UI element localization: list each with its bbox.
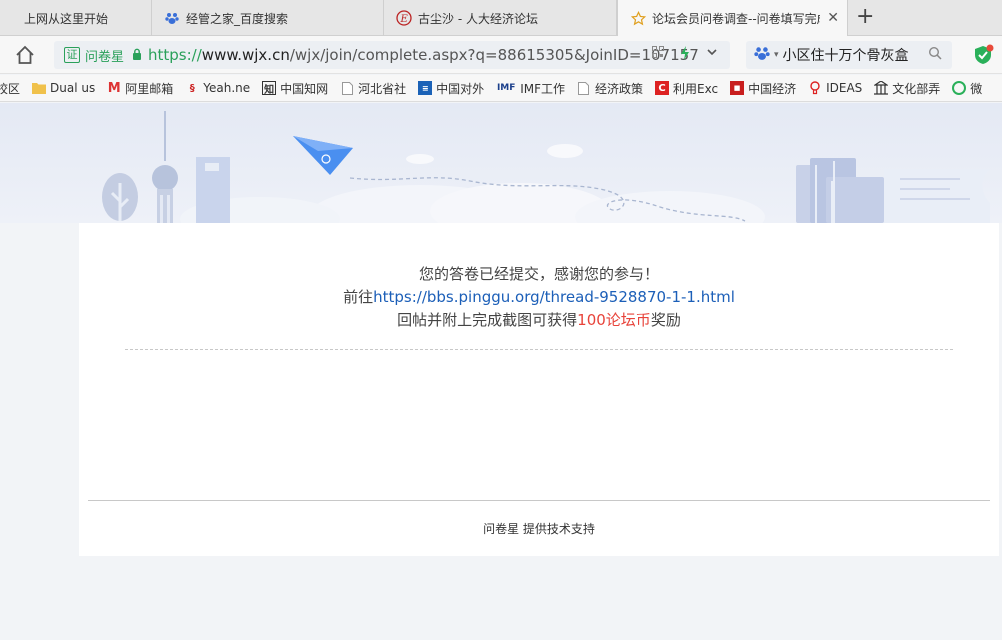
bookmark-item[interactable]: M 阿里邮箱 [107,80,173,97]
banner-illustration [102,111,990,223]
bookmark-label: 经济政策 [594,81,643,96]
address-tools [652,46,718,64]
bookmark-label: 河北省社 [358,81,407,96]
bookmark-label: IDEAS [826,81,863,95]
building-icon [874,81,889,95]
cnki-icon: 知 [262,81,277,96]
bookmark-item[interactable]: 文化部弄 [874,80,940,97]
bookmark-label: 中国对外 [436,81,485,96]
bookmark-item[interactable]: § Yeah.ne [185,81,250,95]
bookmark-item[interactable]: 知中国知网 [262,80,328,97]
site-icon: ≡ [418,81,433,95]
search-query: 小区住十万个骨灰盒 [782,48,909,64]
aliyun-mail-icon: M [107,80,121,96]
bulb-icon [808,81,822,95]
bookmark-item[interactable]: IMF IMF工作 [496,80,565,97]
security-shield-icon[interactable] [972,44,994,66]
new-tab-button[interactable]: + [856,6,874,28]
page-content: 您的答卷已经提交，感谢您的参与！ 前往https://bbs.pinggu.or… [0,103,1002,640]
url-path: /wjx/join/complete.aspx?q=88615305&JoinI… [289,46,699,64]
bookmark-item[interactable]: 河北省社 [340,80,406,97]
bookmark-item[interactable]: IDEAS [808,81,862,95]
bookmark-label: 阿里邮箱 [125,81,174,96]
certificate-name: 问卷星 [85,49,125,65]
reward-prefix: 回帖并附上完成截图可获得 [397,311,578,329]
red-site-icon: ■ [730,81,745,95]
header-banner [0,103,1002,223]
bookmark-label: IMF工作 [520,81,565,96]
bookmark-item[interactable]: C 利用Exc [655,80,718,97]
bookmarks-bar: 校区 Dual us M阿里邮箱 §Yeah.ne 知中国知网 河北省社 ≡中国… [0,75,1002,102]
footer-divider [88,500,990,501]
certificate-icon[interactable]: 证 [64,47,80,63]
address-bar[interactable]: 证 问卷星 https:// www.wjx.cn /wjx/join/comp… [54,41,730,69]
page-icon [2,10,18,26]
bookmark-label: 文化部弄 [892,81,941,96]
lock-icon [132,48,142,63]
folder-icon [32,81,47,95]
reward-amount: 100论坛币 [577,311,651,329]
bookmark-item[interactable]: ≡ 中国对外 [418,80,484,97]
imf-icon: IMF [496,83,516,93]
reward-line: 回帖并附上完成截图可获得100论坛币奖励 [79,309,999,332]
bookmark-label: 中国经济 [748,81,797,96]
navigation-bar: 证 问卷星 https:// www.wjx.cn /wjx/join/comp… [0,36,1002,74]
tab-title: 上网从这里开始 [24,11,109,26]
bookmark-item[interactable]: 经济政策 [577,80,643,97]
tab-baidu-search[interactable]: 经管之家_百度搜索 [152,0,384,36]
home-icon[interactable] [14,44,36,66]
tab-title: 古尘沙 - 人大经济论坛 [418,11,538,26]
dashed-divider [125,349,953,350]
search-box[interactable]: ▾ 小区住十万个骨灰盒 [746,41,952,69]
thanks-text: 您的答卷已经提交，感谢您的参与！ [418,265,659,283]
tab-pinggu-forum[interactable]: E 古尘沙 - 人大经济论坛 [384,0,617,36]
qr-code-icon[interactable] [652,46,664,64]
engine-dropdown-icon[interactable]: ▾ [774,50,779,60]
bookmark-label: 校区 [0,81,21,96]
pinggu-e-icon: E [396,10,412,26]
bookmark-item[interactable]: ■ 中国经济 [730,80,796,97]
bookmark-label: Dual us [50,81,96,95]
tab-title: 经管之家_百度搜索 [186,11,289,26]
bookmark-label: 利用Exc [673,81,719,96]
page-icon [340,81,354,95]
bookmark-label: 中国知网 [280,81,329,96]
bookmark-item[interactable]: 微 [952,80,982,97]
tab-start-page[interactable]: 上网从这里开始 [0,0,152,36]
tab-bar: 上网从这里开始 经管之家_百度搜索 E 古尘沙 - 人大经济论坛 论坛会员问卷调… [0,0,1002,37]
baidu-paw-icon[interactable] [754,45,770,65]
bookmark-label: 微 [970,81,983,96]
tab-survey-complete[interactable]: 论坛会员问卷调查--问卷填写完成 ✕ [617,0,848,37]
goto-prefix: 前往 [343,288,374,306]
star-icon [630,11,646,27]
url-scheme: https:// [148,46,202,64]
svg-text:E: E [400,14,409,25]
powered-by-footer[interactable]: 问卷星 提供技术支持 [79,520,999,537]
bookmark-item[interactable]: Dual us [32,81,95,95]
url-host: www.wjx.cn [201,46,290,64]
result-card: 您的答卷已经提交，感谢您的参与！ 前往https://bbs.pinggu.or… [79,223,999,556]
chevron-down-icon[interactable] [706,46,718,64]
reward-suffix: 奖励 [650,311,681,329]
completion-message: 您的答卷已经提交，感谢您的参与！ 前往https://bbs.pinggu.or… [79,263,999,332]
bookmark-label: Yeah.ne [203,81,251,95]
tab-title: 论坛会员问卷调查--问卷填写完成 [652,12,820,26]
close-icon[interactable]: ✕ [827,10,839,26]
c-icon: C [655,81,669,95]
page-icon [577,81,591,95]
lightning-icon[interactable] [680,46,690,64]
search-icon[interactable] [928,46,942,64]
wechat-icon [952,81,967,95]
forum-thread-link[interactable]: https://bbs.pinggu.org/thread-9528870-1-… [373,288,735,306]
yeah-icon: § [189,82,195,94]
baidu-paw-icon [164,10,180,26]
goto-line: 前往https://bbs.pinggu.org/thread-9528870-… [79,286,999,309]
bookmark-item[interactable]: 校区 [0,80,20,97]
